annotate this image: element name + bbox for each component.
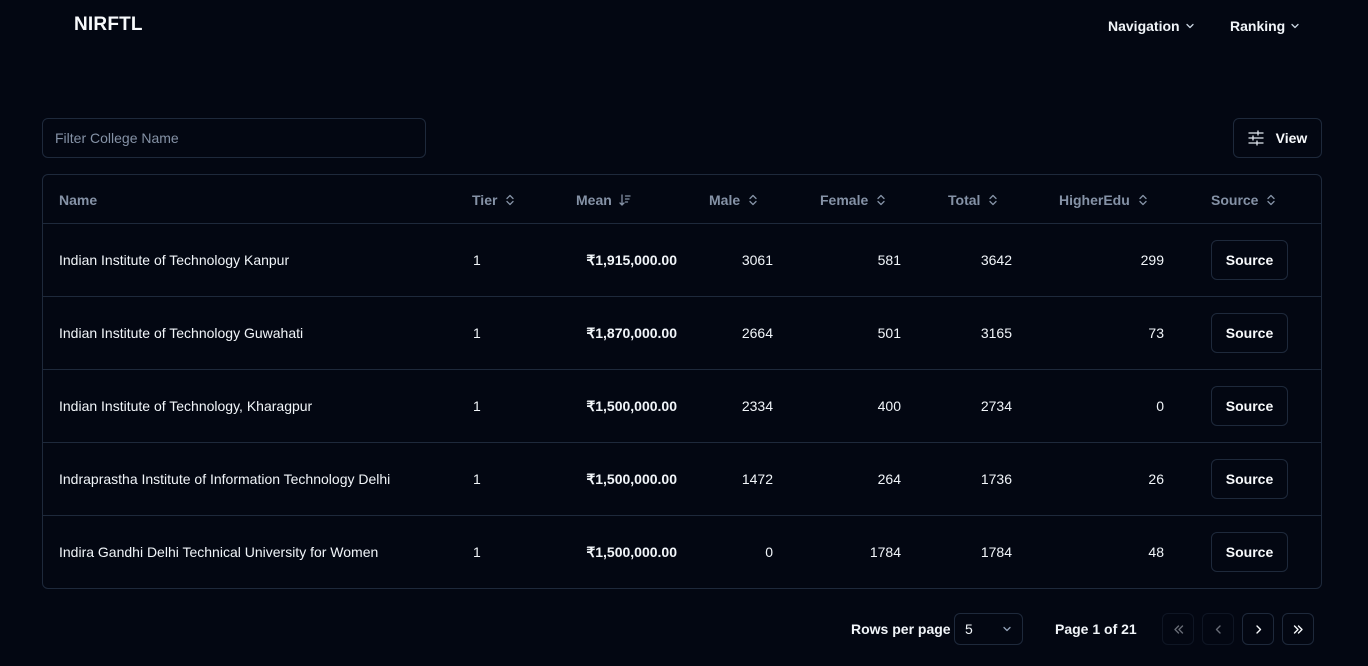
cell-higheredu: 48 [1148,544,1164,560]
table-row: Indian Institute of Technology Guwahati … [43,297,1321,370]
cell-female: 581 [877,252,901,268]
column-header-male[interactable]: Male [709,175,759,224]
cell-mean: ₹1,500,000.00 [586,397,677,414]
view-options-button[interactable]: View [1233,118,1322,158]
ranking-menu[interactable]: Ranking [1230,18,1300,34]
source-button[interactable]: Source [1211,313,1288,353]
cell-male: 3061 [741,252,773,268]
sort-desc-icon [619,193,631,206]
column-header-female[interactable]: Female [820,175,887,224]
view-button-label: View [1275,130,1308,146]
column-header-label: Tier [472,191,498,208]
next-page-button[interactable] [1242,613,1274,645]
column-header-label: Name [59,191,98,208]
chevron-right-icon [1255,624,1261,634]
sort-updown-icon [749,194,757,205]
table-row: Indira Gandhi Delhi Technical University… [43,516,1321,588]
cell-tier: 1 [473,471,481,487]
cell-higheredu: 26 [1148,471,1164,487]
cell-tier: 1 [473,398,481,414]
chevrons-right-icon [1293,624,1303,634]
column-header-total[interactable]: Total [948,175,999,224]
sort-updown-icon [989,194,998,205]
cell-female: 264 [877,471,901,487]
page-indicator: Page 1 of 21 [1055,621,1137,637]
cell-total: 3165 [980,325,1012,341]
colleges-table: Name Tier Mean Male Female Total HigherE… [42,174,1322,589]
table-row: Indraprastha Institute of Information Te… [43,443,1321,516]
cell-higheredu: 73 [1148,325,1164,341]
cell-name: Indian Institute of Technology Kanpur [59,252,290,268]
column-header-name: Name [59,175,97,224]
column-header-label: Female [820,191,869,208]
cell-male: 2334 [741,398,773,414]
cell-tier: 1 [473,325,481,341]
table-header-row: Name Tier Mean Male Female Total HigherE… [43,175,1321,224]
cell-name: Indian Institute of Technology Guwahati [59,325,304,341]
column-header-higheredu[interactable]: HigherEdu [1059,175,1149,224]
previous-page-button[interactable] [1202,613,1234,645]
column-header-label: Mean [576,191,612,208]
last-page-button[interactable] [1282,613,1314,645]
cell-male: 0 [765,544,773,560]
column-header-label: HigherEdu [1059,191,1130,208]
cell-female: 501 [877,325,901,341]
column-header-label: Source [1211,191,1259,208]
chevron-down-icon [1291,23,1299,29]
rows-per-page-value: 5 [965,621,973,637]
cell-total: 1784 [980,544,1012,560]
filter-college-name-input[interactable] [42,118,426,158]
table-row: Indian Institute of Technology, Kharagpu… [43,370,1321,443]
chevrons-left-icon [1173,624,1183,634]
rows-per-page-label: Rows per page [851,621,951,637]
ranking-menu-label: Ranking [1230,18,1286,34]
cell-mean: ₹1,500,000.00 [586,470,677,487]
sort-updown-icon [1139,194,1147,205]
column-header-label: Total [948,191,981,208]
chevron-down-icon [1185,23,1194,29]
sort-updown-icon [506,194,515,205]
cell-tier: 1 [473,252,481,268]
navigation-menu[interactable]: Navigation [1108,18,1195,34]
cell-male: 1472 [741,471,773,487]
source-button[interactable]: Source [1211,386,1288,426]
cell-name: Indira Gandhi Delhi Technical University… [59,544,379,560]
cell-higheredu: 299 [1140,252,1164,268]
cell-higheredu: 0 [1156,398,1164,414]
column-header-tier[interactable]: Tier [472,175,516,224]
table-row: Indian Institute of Technology Kanpur 1 … [43,224,1321,297]
cell-female: 400 [877,398,901,414]
source-button[interactable]: Source [1211,240,1288,280]
cell-total: 1736 [980,471,1012,487]
navigation-menu-label: Navigation [1108,18,1180,34]
top-navbar: NIRFTL Navigation Ranking [0,0,1368,54]
chevron-down-icon [1003,626,1011,632]
cell-female: 1784 [869,544,901,560]
sliders-icon [1248,130,1264,146]
cell-total: 2734 [980,398,1012,414]
cell-male: 2664 [741,325,773,341]
cell-mean: ₹1,915,000.00 [586,251,677,268]
cell-total: 3642 [980,252,1012,268]
column-header-source[interactable]: Source [1211,175,1277,224]
cell-name: Indian Institute of Technology, Kharagpu… [59,398,313,414]
chevron-left-icon [1215,624,1221,634]
sort-updown-icon [877,194,885,205]
column-header-label: Male [709,191,741,208]
cell-mean: ₹1,500,000.00 [586,543,677,560]
cell-tier: 1 [473,544,481,560]
source-button[interactable]: Source [1211,532,1288,572]
sort-updown-icon [1267,194,1276,205]
first-page-button[interactable] [1162,613,1194,645]
brand-logo[interactable]: NIRFTL [74,14,143,36]
source-button[interactable]: Source [1211,459,1288,499]
cell-mean: ₹1,870,000.00 [586,324,677,341]
column-header-mean[interactable]: Mean [576,175,631,224]
cell-name: Indraprastha Institute of Information Te… [59,471,391,487]
rows-per-page-select[interactable]: 5 [954,613,1023,645]
